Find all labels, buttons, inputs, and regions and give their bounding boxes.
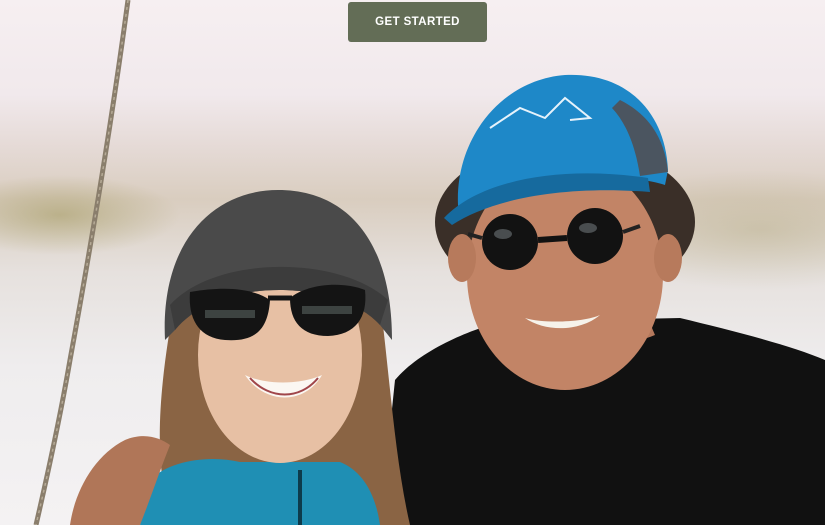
rope — [33, 0, 131, 525]
get-started-button[interactable]: GET STARTED — [348, 2, 487, 42]
photo-illustration — [33, 0, 825, 525]
woman-jacket — [140, 459, 380, 525]
hero-photo: GET STARTED — [0, 0, 825, 525]
